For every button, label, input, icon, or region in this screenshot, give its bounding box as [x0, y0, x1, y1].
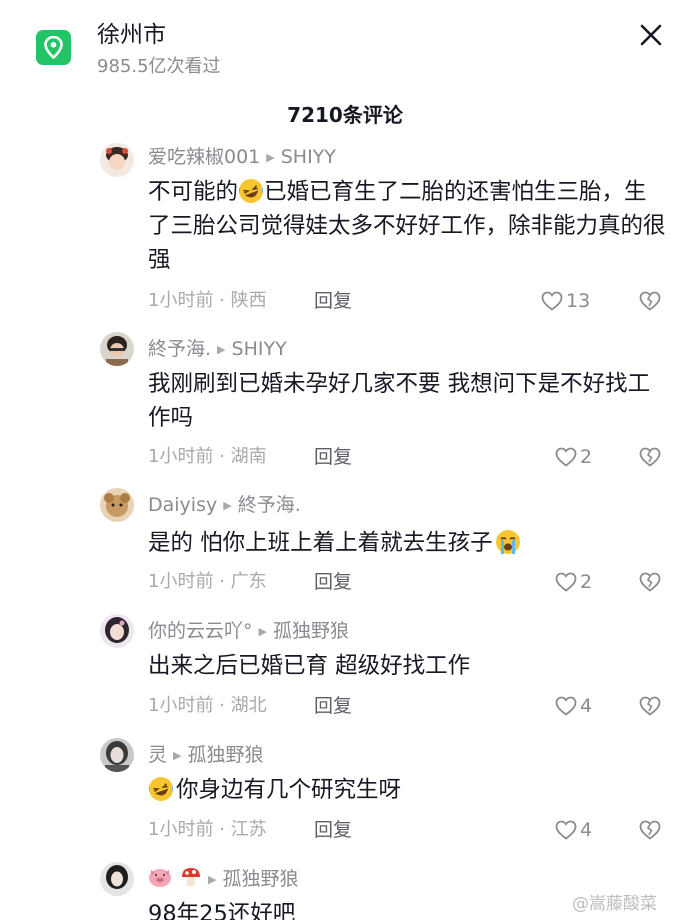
mushroom-emoji [182, 868, 201, 886]
like-count: 13 [566, 290, 591, 312]
reply-button[interactable]: 回复 [314, 817, 352, 843]
rofl-emoji [239, 179, 264, 203]
comment-text: 你身边有几个研究生呀 [148, 773, 668, 807]
like-count: 4 [580, 819, 593, 841]
dislike-button[interactable] [638, 570, 662, 594]
broken-heart-icon [639, 447, 661, 467]
reply-to-user[interactable]: 孤独野狼 [223, 868, 299, 890]
heart-icon [555, 572, 577, 592]
username[interactable]: 灵 [148, 744, 167, 766]
comment-user[interactable]: 終予海. ▶ SHIYY [148, 336, 287, 363]
like-button[interactable]: 2 [554, 442, 614, 472]
comment-text-part: 你身边有几个研究生呀 [176, 777, 402, 803]
username[interactable]: 你的云云吖° [148, 620, 253, 642]
comment-user[interactable]: 灵 ▶ 孤独野狼 [148, 742, 264, 769]
like-count: 2 [580, 571, 593, 593]
time-location: 1小时前 · 广东 [148, 571, 267, 592]
username[interactable]: 終予海. [148, 338, 211, 360]
comment-footer: 1小时前 · 湖南 回复 2 [148, 442, 668, 472]
dislike-button[interactable] [638, 445, 662, 469]
comment-footer: 1小时前 · 广东 回复 2 [148, 567, 668, 597]
view-count: 985.5亿次看过 [97, 56, 221, 77]
location-header: 徐州市 985.5亿次看过 [0, 0, 690, 90]
reply-arrow-icon: ▶ [258, 625, 267, 638]
avatar[interactable] [100, 143, 134, 177]
avatar[interactable] [100, 488, 134, 522]
comment-text: 是的 怕你上班上着上着就去生孩子 [148, 526, 668, 560]
time-location: 1小时前 · 江苏 [148, 819, 267, 840]
comment-footer: 1小时前 · 江苏 回复 4 [148, 815, 668, 845]
reply-arrow-icon: ▶ [223, 499, 232, 512]
reply-arrow-icon: ▶ [173, 749, 182, 762]
reply-to-user[interactable]: 孤独野狼 [187, 744, 263, 766]
time-location: 1小时前 · 湖北 [148, 695, 267, 716]
broken-heart-icon [639, 291, 661, 311]
location-title[interactable]: 徐州市 [97, 20, 166, 50]
reply-to-user[interactable]: SHIYY [232, 338, 287, 360]
comment-count: 7210条评论 [287, 103, 403, 127]
reply-button[interactable]: 回复 [314, 693, 352, 719]
avatar[interactable] [100, 738, 134, 772]
comment-user[interactable]: 爱吃辣椒001 ▶ SHIYY [148, 144, 336, 171]
reply-button[interactable]: 回复 [314, 569, 352, 595]
time-location: 1小时前 · 陕西 [148, 290, 267, 311]
close-icon [640, 24, 662, 46]
rofl-emoji [149, 777, 173, 801]
like-count: 4 [580, 695, 593, 717]
comment-text: 出来之后已婚已育 超级好找工作 [148, 653, 471, 679]
comment-footer: 1小时前 · 湖北 回复 4 [148, 691, 668, 721]
pig-emoji [149, 869, 171, 887]
dislike-button[interactable] [638, 289, 662, 313]
reply-arrow-icon: ▶ [217, 343, 226, 356]
comment-user[interactable]: ▶ 孤独野狼 [148, 866, 299, 893]
heart-icon [555, 820, 577, 840]
reply-to-user[interactable]: SHIYY [281, 146, 336, 168]
avatar[interactable] [100, 332, 134, 366]
comment-text-part: 是的 怕你上班上着上着就去生孩子 [148, 530, 493, 556]
like-button[interactable]: 13 [540, 286, 600, 316]
reply-to-user[interactable]: 孤独野狼 [273, 620, 349, 642]
reply-button[interactable]: 回复 [314, 444, 352, 470]
like-count: 2 [580, 446, 593, 468]
close-button[interactable] [636, 20, 666, 50]
avatar[interactable] [100, 862, 134, 896]
reply-button[interactable]: 回复 [314, 288, 352, 314]
avatar[interactable] [100, 614, 134, 648]
location-pin-icon [36, 30, 71, 65]
heart-icon [541, 291, 563, 311]
time-location: 1小时前 · 湖南 [148, 446, 267, 467]
crying-emoji [495, 530, 520, 554]
broken-heart-icon [639, 572, 661, 592]
broken-heart-icon [639, 820, 661, 840]
comment-text-part: 不可能的 [148, 179, 239, 205]
watermark: @嵩藤酸菜 [572, 894, 657, 914]
comment-user[interactable]: 你的云云吖° ▶ 孤独野狼 [148, 618, 349, 645]
username[interactable]: 爱吃辣椒001 [148, 146, 260, 168]
comment-text: 我刚刷到已婚未孕好几家不要 我想问下是不好找工作吗 [148, 371, 651, 431]
reply-to-user[interactable]: 終予海. [238, 494, 301, 516]
heart-icon [555, 696, 577, 716]
broken-heart-icon [639, 696, 661, 716]
like-button[interactable]: 4 [554, 691, 614, 721]
like-button[interactable]: 4 [554, 815, 614, 845]
username[interactable]: Daiyisy [148, 494, 217, 516]
comment-text: 不可能的 已婚已育生了二胎的还害怕生三胎，生了三胎公司觉得娃太多不好好工作，除非… [148, 175, 668, 277]
reply-arrow-icon: ▶ [208, 873, 217, 886]
comment-footer: 1小时前 · 陕西 回复 13 [148, 286, 668, 316]
comment-user[interactable]: Daiyisy ▶ 終予海. [148, 492, 301, 519]
like-button[interactable]: 2 [554, 567, 614, 597]
dislike-button[interactable] [638, 694, 662, 718]
dislike-button[interactable] [638, 818, 662, 842]
heart-icon [555, 447, 577, 467]
reply-arrow-icon: ▶ [266, 151, 275, 164]
